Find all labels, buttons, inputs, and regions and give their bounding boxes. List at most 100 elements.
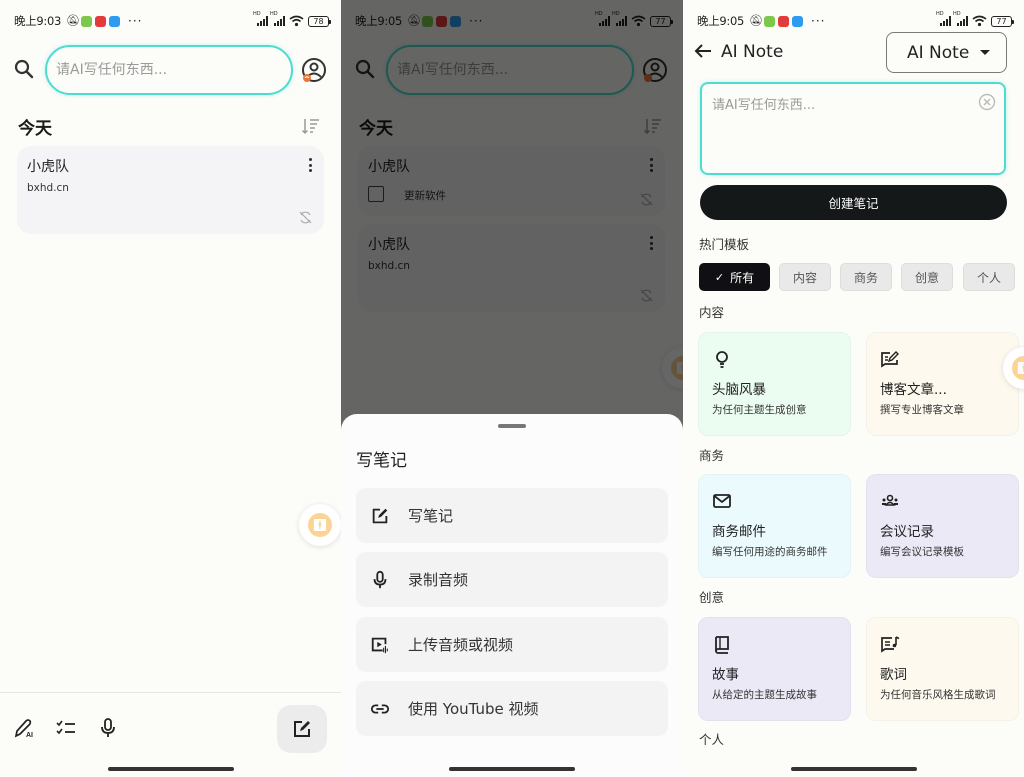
- template-desc: 撰写专业博客文章: [880, 404, 964, 416]
- svg-text:AI: AI: [26, 732, 33, 739]
- battery-indicator: 78: [308, 15, 331, 27]
- filter-chip-personal[interactable]: 个人: [963, 263, 1015, 291]
- microphone-icon[interactable]: [97, 717, 119, 739]
- template-card-story[interactable]: 故事 从给定的主题生成故事: [698, 617, 851, 721]
- sheet-item-youtube[interactable]: 使用 YouTube 视频: [356, 681, 668, 736]
- back-arrow-icon[interactable]: [693, 41, 713, 61]
- ai-prompt-textarea[interactable]: 请AI写任何东西...: [700, 82, 1006, 175]
- link-icon: [370, 703, 390, 714]
- model-select[interactable]: AI Note: [886, 32, 1007, 73]
- sort-icon[interactable]: [301, 116, 321, 136]
- template-card-meeting-notes[interactable]: 会议记录 编写会议记录模板: [866, 474, 1019, 578]
- chip-label: 内容: [792, 270, 817, 285]
- group-icon: [882, 494, 898, 506]
- accessibility-icon: 🚹︎: [1012, 356, 1024, 380]
- bottom-toolbar: AI: [0, 692, 341, 777]
- more-options-icon[interactable]: [308, 158, 312, 172]
- signal-icon: [270, 11, 285, 26]
- download-app-icon: [764, 15, 776, 27]
- sheet-item-upload-media[interactable]: 上传音频或视频: [356, 617, 668, 672]
- template-card-business-email[interactable]: 商务邮件 编写任何用途的商务邮件: [698, 474, 851, 578]
- sheet-item-label: 使用 YouTube 视频: [408, 700, 539, 718]
- edit-note-icon: [294, 721, 310, 737]
- chip-label: 所有: [730, 270, 755, 285]
- sheet-drag-handle[interactable]: [498, 424, 526, 428]
- create-note-button[interactable]: 创建笔记: [700, 185, 1007, 220]
- upload-video-icon: [371, 637, 388, 653]
- status-time: 晚上9:03: [14, 14, 62, 28]
- chevron-down-icon: [980, 50, 990, 55]
- download-app-icon: [81, 15, 93, 27]
- accessibility-button[interactable]: 🚹︎: [299, 504, 341, 546]
- book-icon: [715, 636, 729, 654]
- new-note-button[interactable]: [277, 705, 327, 753]
- filter-chip-business[interactable]: 商务: [840, 263, 892, 291]
- wifi-icon: [289, 15, 304, 27]
- chip-label: 创意: [914, 270, 939, 285]
- sheet-item-write-note[interactable]: 写笔记: [356, 488, 668, 543]
- template-card-blog[interactable]: 博客文章... 撰写专业博客文章: [866, 332, 1019, 436]
- template-card-brainstorm[interactable]: 头脑风暴 为任何主题生成创意: [698, 332, 851, 436]
- home-indicator[interactable]: [107, 767, 234, 771]
- note-card[interactable]: 小虎队 bxhd.cn: [17, 146, 324, 234]
- template-title: 头脑风暴: [712, 382, 766, 398]
- note-body: bxhd.cn: [27, 182, 69, 194]
- home-indicator[interactable]: [790, 767, 917, 771]
- sheet-item-label: 上传音频或视频: [408, 636, 514, 654]
- filter-chip-all[interactable]: ✓ 所有: [699, 263, 770, 291]
- check-icon: ✓: [714, 270, 725, 284]
- sheet-title: 写笔记: [356, 451, 407, 471]
- status-time: 晚上9:05: [697, 14, 745, 28]
- app-notification-icon: [109, 15, 121, 27]
- screen-ai-note: 晚上9:05 🔕︎ ··· 77 AI Note AI Note 请AI写任何东…: [683, 0, 1024, 777]
- model-select-value: AI Note: [907, 42, 970, 63]
- search-icon[interactable]: [13, 58, 35, 80]
- template-title: 歌词: [880, 667, 907, 683]
- battery-indicator: 77: [991, 15, 1014, 27]
- home-indicator[interactable]: [449, 767, 575, 771]
- status-bar: 晚上9:05 🔕︎ ··· 77: [697, 11, 1014, 30]
- template-title: 故事: [712, 667, 739, 683]
- section-today: 今天: [18, 119, 52, 139]
- app-notification-icon: [778, 15, 790, 27]
- mail-icon: [713, 494, 731, 508]
- page-title: AI Note: [721, 42, 784, 62]
- prompt-placeholder: 请AI写任何东西...: [712, 98, 816, 113]
- chip-label: 商务: [853, 270, 878, 285]
- template-title: 商务邮件: [712, 524, 766, 540]
- filter-chip-content[interactable]: 内容: [779, 263, 831, 291]
- signal-icon: [253, 11, 268, 26]
- chip-label: 个人: [976, 270, 1001, 285]
- section-label-content: 内容: [699, 305, 725, 320]
- template-card-lyrics[interactable]: 歌词 为任何音乐风格生成歌词: [866, 617, 1019, 721]
- section-label-creative: 创意: [699, 590, 725, 605]
- checklist-icon[interactable]: [55, 717, 77, 739]
- section-label-business: 商务: [699, 448, 725, 463]
- status-bar: 晚上9:03 🔕︎ ··· 78: [14, 11, 331, 30]
- template-desc: 从给定的主题生成故事: [712, 689, 817, 701]
- app-notification-icon: [95, 15, 107, 27]
- sheet-item-record-audio[interactable]: 录制音频: [356, 552, 668, 607]
- sync-off-icon: [299, 211, 312, 224]
- ai-prompt-input[interactable]: 请AI写任何东西...: [45, 45, 293, 95]
- mute-icon: 🔕︎: [749, 14, 763, 27]
- template-title: 博客文章...: [880, 382, 947, 398]
- wifi-icon: [972, 15, 987, 27]
- lyrics-icon: [881, 636, 900, 653]
- profile-icon[interactable]: [301, 57, 327, 83]
- clear-icon[interactable]: [978, 93, 996, 111]
- template-desc: 编写会议记录模板: [880, 546, 964, 558]
- edit-icon: [372, 508, 388, 523]
- template-desc: 编写任何用途的商务邮件: [712, 546, 828, 558]
- microphone-icon: [373, 570, 387, 588]
- template-desc: 为任何主题生成创意: [712, 404, 807, 416]
- ai-pen-icon[interactable]: AI: [13, 717, 35, 739]
- template-desc: 为任何音乐风格生成歌词: [880, 689, 996, 701]
- accessibility-icon: 🚹︎: [308, 513, 332, 537]
- signal-icon: [936, 11, 951, 26]
- note-title: 小虎队: [27, 159, 69, 175]
- filter-chip-creative[interactable]: 创意: [901, 263, 953, 291]
- lightbulb-icon: [716, 351, 728, 368]
- sheet-item-label: 写笔记: [408, 507, 454, 525]
- app-notification-icon: [792, 15, 804, 27]
